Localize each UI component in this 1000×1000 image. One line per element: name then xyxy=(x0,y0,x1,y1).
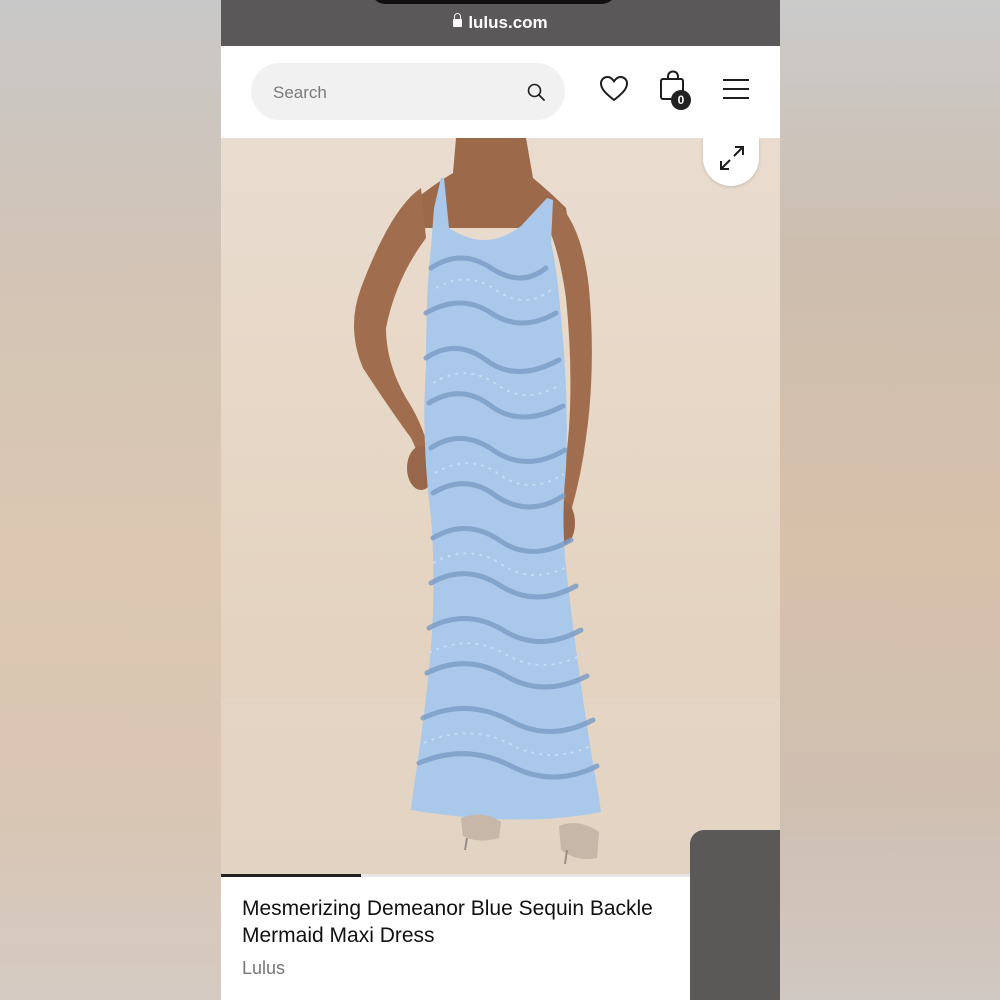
browser-url-bar[interactable]: lulus.com xyxy=(221,0,780,46)
blurred-background-left xyxy=(0,0,221,1000)
blurred-background-right xyxy=(780,0,1000,1000)
product-title-line-2: Mermaid Maxi Dress xyxy=(242,924,435,947)
image-carousel-progress-fill xyxy=(221,874,361,877)
lock-icon xyxy=(453,13,463,27)
cart-count-badge: 0 xyxy=(671,90,691,110)
url-text: lulus.com xyxy=(468,13,548,32)
search-input[interactable] xyxy=(271,63,515,122)
floating-overlay-panel xyxy=(690,830,780,1000)
product-title-line-1: Mesmerizing Demeanor Blue Sequin Backle xyxy=(242,897,653,920)
search-icon[interactable] xyxy=(527,83,545,101)
model-figure xyxy=(353,138,601,865)
expand-icon xyxy=(720,146,744,170)
hamburger-menu-icon[interactable] xyxy=(721,74,751,104)
dynamic-island xyxy=(371,0,616,4)
heart-icon[interactable] xyxy=(599,74,629,104)
product-brand[interactable]: Lulus xyxy=(242,958,285,979)
product-image[interactable] xyxy=(221,138,780,874)
site-header: 0 xyxy=(221,46,780,139)
product-title: Mesmerizing Demeanor Blue Sequin Backle … xyxy=(242,895,722,949)
search-box[interactable] xyxy=(251,63,565,122)
url-text-container[interactable]: lulus.com xyxy=(221,13,780,33)
